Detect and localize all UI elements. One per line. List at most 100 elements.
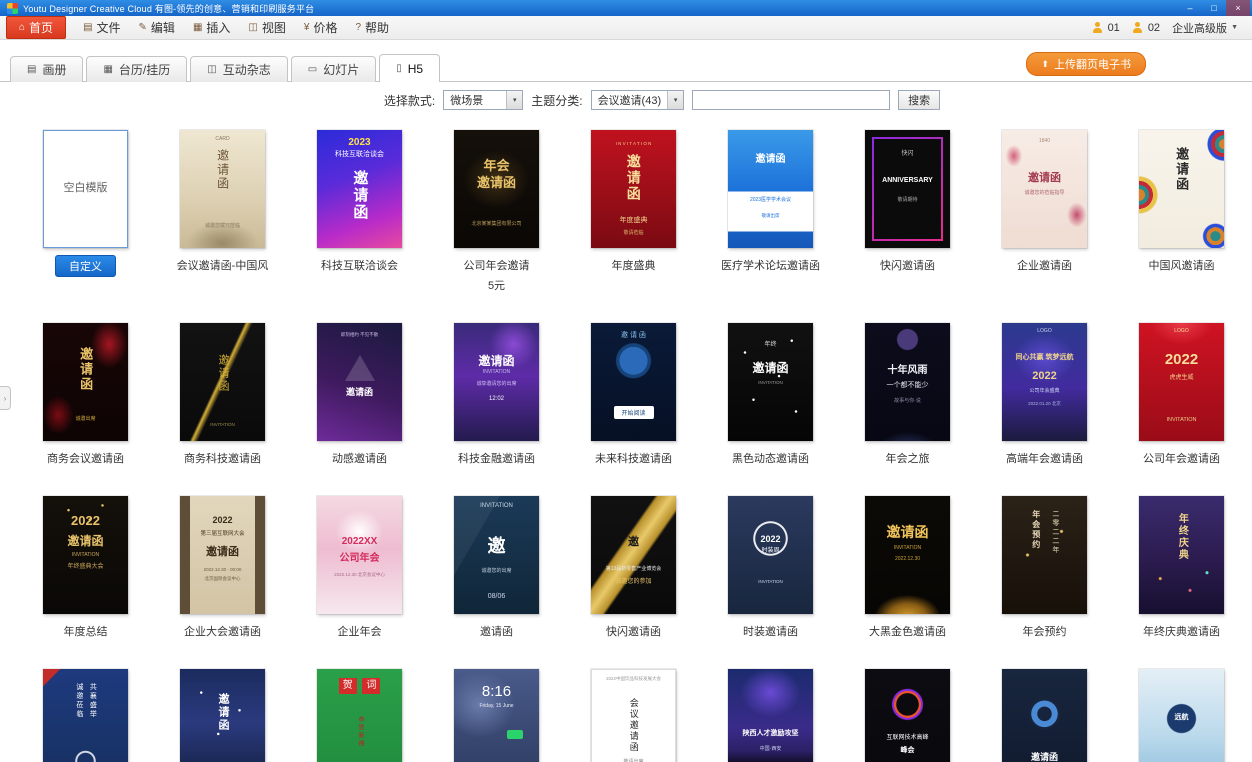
template-thumbnail[interactable]: 即刻相约 不见不散邀请函 [317,323,402,441]
template-card[interactable]: 邀请函 [180,669,265,762]
template-thumbnail[interactable]: 二零二二年年会预约 [1002,496,1087,614]
user-badge-2[interactable]: 02 [1132,22,1160,34]
menu-item-edit[interactable]: ✎编辑 [130,16,184,39]
template-thumbnail[interactable]: CARD邀请函诚邀您拨冗莅临 [180,130,265,248]
template-card[interactable]: 快闪ANNIVERSARY敬请期待快闪邀请函 [865,130,950,293]
template-card[interactable]: 二零二二年年会预约年会预约 [1002,496,1087,639]
template-thumbnail[interactable]: I N V I T A T I O N邀请函年度盛典敬请莅临 [591,130,676,248]
template-thumbnail[interactable]: 诚邀莅临共襄盛举 [43,669,128,762]
template-card[interactable]: 邀请函 [1002,669,1087,762]
template-thumbnail[interactable]: 年终庆典 [1139,496,1224,614]
template-thumbnail[interactable]: 8:16Friday, 15 June [454,669,539,762]
template-thumbnail[interactable]: 2022中国饮品科技发展大会会议邀请函敬请出席 [591,669,676,762]
menu-item-file[interactable]: ▤文件 [74,16,129,39]
tab-calendar[interactable]: ▦台历/挂历 [86,56,187,82]
template-card[interactable]: 邀请函INVITATION诚挚邀请您的出席12:02科技金融邀请函 [454,323,539,466]
template-card[interactable]: 年终庆典年终庆典邀请函 [1139,496,1224,639]
template-card[interactable]: 年会邀请函北京某某集团有限公司公司年会邀请5元 [454,130,539,293]
template-thumbnail[interactable]: 2022时装周INVITATION [728,496,813,614]
template-card[interactable]: 1840邀请函诚邀您的莅临指导企业邀请函 [1002,130,1087,293]
template-card[interactable]: 年终邀请函INVITATION黑色动态邀请函 [728,323,813,466]
tab-h5[interactable]: ▯H5 [379,54,440,82]
template-card[interactable]: 2023科技互联洽谈会邀请函科技互联洽谈会 [317,130,402,293]
template-thumbnail[interactable]: 十年风雨一个都不能少故事与你·说 [865,323,950,441]
account-dropdown[interactable]: 企业高级版 ▼ [1172,20,1238,36]
search-input[interactable] [692,90,890,110]
style-select[interactable]: 微场景 ▾ [443,90,523,110]
template-thumbnail[interactable]: LOGO2022虎虎生威INVITATION [1139,323,1224,441]
template-thumbnail[interactable]: 邀请函 [180,669,265,762]
template-card[interactable]: 邀请函诚邀出席商务会议邀请函 [43,323,128,466]
template-thumbnail[interactable]: 邀 请 函开始阅读 [591,323,676,441]
template-card[interactable]: 贺词恭贺新禧 [317,669,402,762]
template-thumbnail[interactable]: 2022邀请函INVITATION年终盛典大会 [43,496,128,614]
template-card[interactable]: 陕西人才激励攻坚中国·西安 [728,669,813,762]
tab-slides[interactable]: ▭幻灯片 [291,56,376,82]
template-card[interactable]: INVITATION邀诚邀您的出席08/06邀请函 [454,496,539,639]
template-thumbnail[interactable]: 邀第13届新零售产业博览会诚邀您的参加 [591,496,676,614]
template-thumbnail[interactable]: 邀请函INVITATION [180,323,265,441]
template-thumbnail[interactable]: 邀请函INVITATION诚挚邀请您的出席12:02 [454,323,539,441]
menu-item-help[interactable]: ?帮助 [346,16,398,39]
template-card[interactable]: 邀请函2023医学学术会议敬请出席医疗学术论坛邀请函 [728,130,813,293]
minimize-button[interactable]: – [1178,0,1202,16]
template-card[interactable]: 2022XX公司年会2022.12.30 北京会议中心企业年会 [317,496,402,639]
search-button[interactable]: 搜索 [898,90,940,110]
template-card[interactable]: LOGO2022虎虎生威INVITATION公司年会邀请函 [1139,323,1224,466]
template-thumbnail[interactable]: 快闪ANNIVERSARY敬请期待 [865,130,950,248]
template-card[interactable]: 2022邀请函INVITATION年终盛典大会年度总结 [43,496,128,639]
menu-item-view[interactable]: ◫视图 [239,16,294,39]
menu-item-price[interactable]: ¥价格 [295,16,347,39]
template-card[interactable]: 诚邀莅临共襄盛举 [43,669,128,762]
template-card[interactable]: 邀第13届新零售产业博览会诚邀您的参加快闪邀请函 [591,496,676,639]
template-card[interactable]: 空白模版自定义 [43,130,128,293]
template-thumbnail[interactable]: 2022第三届互联网大会邀请函2022.12.30 · 00:00北京国际会议中… [180,496,265,614]
upload-ebook-button[interactable]: ⬆ 上传翻页电子书 [1026,52,1146,76]
template-thumbnail[interactable]: 空白模版 [43,130,128,248]
tab-label: 台历/挂历 [119,61,170,78]
home-button[interactable]: ⌂ 首页 [6,16,66,39]
template-card[interactable]: LOGO同心共赢 筑梦远航2022公司年会盛典2022.01.20 北京高端年会… [1002,323,1087,466]
template-card[interactable]: 2022中国饮品科技发展大会会议邀请函敬请出席 [591,669,676,762]
template-card[interactable]: 即刻相约 不见不散邀请函动感邀请函 [317,323,402,466]
customize-button[interactable]: 自定义 [55,255,116,277]
template-thumbnail[interactable]: LOGO同心共赢 筑梦远航2022公司年会盛典2022.01.20 北京 [1002,323,1087,441]
template-card[interactable]: 2022第三届互联网大会邀请函2022.12.30 · 00:00北京国际会议中… [180,496,265,639]
maximize-button[interactable]: □ [1202,0,1226,16]
user-badge-1[interactable]: 01 [1092,22,1120,34]
template-thumbnail[interactable]: 邀请函 [1139,130,1224,248]
template-card[interactable]: 十年风雨一个都不能少故事与你·说年会之旅 [865,323,950,466]
template-thumbnail[interactable]: INVITATION邀诚邀您的出席08/06 [454,496,539,614]
dropdown-arrow-icon[interactable]: ▾ [667,91,683,109]
tab-album[interactable]: ▤画册 [10,56,83,82]
template-thumbnail[interactable]: 2023科技互联洽谈会邀请函 [317,130,402,248]
template-thumbnail[interactable]: 1840邀请函诚邀您的莅临指导 [1002,130,1087,248]
template-thumbnail[interactable]: 贺词恭贺新禧 [317,669,402,762]
template-card[interactable]: CARD邀请函诚邀您拨冗莅临会议邀请函-中国风 [180,130,265,293]
template-thumbnail[interactable]: 互联网技术高峰峰会 [865,669,950,762]
template-thumbnail[interactable]: 2022XX公司年会2022.12.30 北京会议中心 [317,496,402,614]
close-button[interactable]: × [1226,0,1250,16]
template-card[interactable]: 2022时装周INVITATION时装邀请函 [728,496,813,639]
template-thumbnail[interactable]: 邀请函 [1002,669,1087,762]
collapsed-panel-handle[interactable]: › [0,386,11,410]
template-thumbnail[interactable]: 远航2022中国国际邀请函 [1139,669,1224,762]
template-thumbnail[interactable]: 邀请函INVITATION2022.12.30 [865,496,950,614]
template-thumbnail[interactable]: 邀请函2023医学学术会议敬请出席 [728,130,813,248]
template-card[interactable]: 远航2022中国国际邀请函 [1139,669,1224,762]
template-thumbnail[interactable]: 年会邀请函北京某某集团有限公司 [454,130,539,248]
dropdown-arrow-icon[interactable]: ▾ [506,91,522,109]
tab-magazine[interactable]: ◫互动杂志 [190,56,287,82]
template-thumbnail[interactable]: 邀请函诚邀出席 [43,323,128,441]
template-card[interactable]: 邀请函中国风邀请函 [1139,130,1224,293]
template-thumbnail[interactable]: 陕西人才激励攻坚中国·西安 [728,669,813,762]
template-card[interactable]: 邀请函INVITATION2022.12.30大黑金色邀请函 [865,496,950,639]
menu-item-insert[interactable]: ▦插入 [184,16,239,39]
template-card[interactable]: I N V I T A T I O N邀请函年度盛典敬请莅临年度盛典 [591,130,676,293]
template-thumbnail[interactable]: 年终邀请函INVITATION [728,323,813,441]
template-card[interactable]: 8:16Friday, 15 June [454,669,539,762]
template-card[interactable]: 互联网技术高峰峰会 [865,669,950,762]
template-card[interactable]: 邀 请 函开始阅读未来科技邀请函 [591,323,676,466]
category-select[interactable]: 会议邀请(43) ▾ [591,90,685,110]
template-card[interactable]: 邀请函INVITATION商务科技邀请函 [180,323,265,466]
